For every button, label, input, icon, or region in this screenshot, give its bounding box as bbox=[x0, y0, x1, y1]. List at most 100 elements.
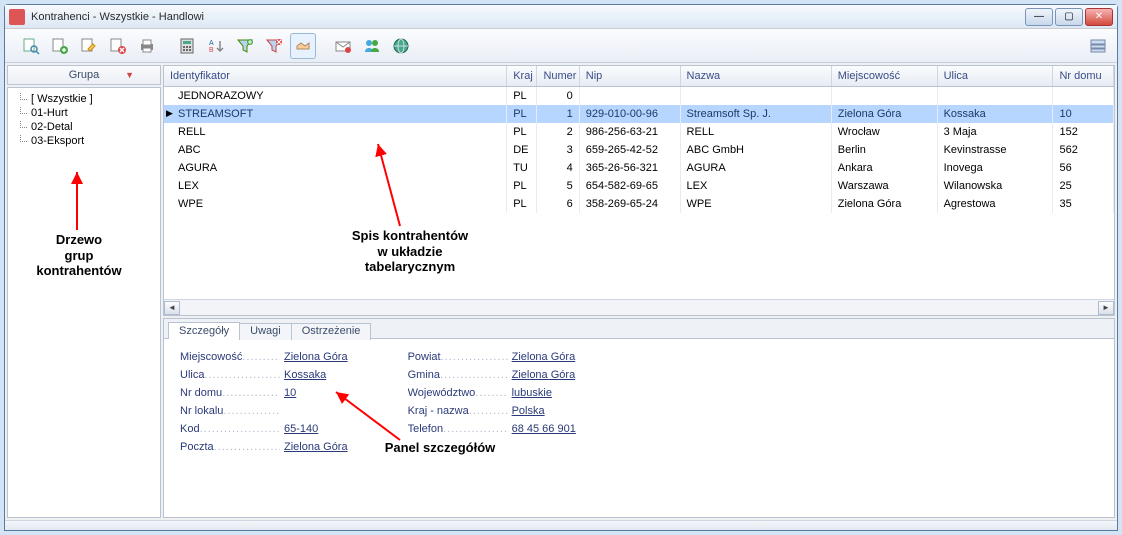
mail-button[interactable] bbox=[330, 33, 356, 59]
minimize-button[interactable]: — bbox=[1025, 8, 1053, 26]
cell: Zielona Góra bbox=[831, 105, 937, 123]
sidebar: Grupa ▼ [ Wszystkie ] 01-Hurt 02-Detal 0… bbox=[7, 65, 161, 518]
detail-tabs: Szczegóły Uwagi Ostrzeżenie bbox=[164, 319, 1114, 339]
search-button[interactable] bbox=[18, 33, 44, 59]
scroll-left-button[interactable]: ◄ bbox=[164, 301, 180, 315]
col-ulica[interactable]: Ulica bbox=[937, 66, 1053, 87]
layout-button[interactable] bbox=[1085, 33, 1111, 59]
cell: 6 bbox=[537, 195, 579, 213]
detail-value[interactable]: 68 45 66 901 bbox=[512, 423, 576, 435]
filter-add-button[interactable] bbox=[232, 33, 258, 59]
tab-uwagi[interactable]: Uwagi bbox=[239, 323, 292, 340]
cell: ABC bbox=[164, 141, 507, 159]
users-button[interactable] bbox=[359, 33, 385, 59]
tree-item-detal[interactable]: 02-Detal bbox=[12, 120, 156, 134]
detail-col-right: PowiatZielona GóraGminaZielona GóraWojew… bbox=[408, 351, 576, 505]
sort-indicator-icon: ▼ bbox=[125, 70, 134, 80]
table-row[interactable]: JEDNORAZOWYPL0 bbox=[164, 87, 1114, 105]
table-row[interactable]: LEXPL5654-582-69-65LEXWarszawaWilanowska… bbox=[164, 177, 1114, 195]
cell bbox=[1053, 87, 1114, 105]
cell: Ankara bbox=[831, 159, 937, 177]
col-nrdomu[interactable]: Nr domu bbox=[1053, 66, 1114, 87]
main: Identyfikator Kraj Numer Nip Nazwa Miejs… bbox=[163, 65, 1115, 518]
col-nip[interactable]: Nip bbox=[579, 66, 680, 87]
detail-value[interactable]: Zielona Góra bbox=[284, 441, 348, 453]
detail-value[interactable]: Polska bbox=[512, 405, 545, 417]
maximize-button[interactable]: ▢ bbox=[1055, 8, 1083, 26]
detail-value[interactable]: Kossaka bbox=[284, 369, 326, 381]
tree-item-eksport[interactable]: 03-Eksport bbox=[12, 134, 156, 148]
tree-item-hurt[interactable]: 01-Hurt bbox=[12, 106, 156, 120]
toolbar: AB bbox=[5, 29, 1117, 63]
tree-item-all[interactable]: [ Wszystkie ] bbox=[12, 92, 156, 106]
cell: Wilanowska bbox=[937, 177, 1053, 195]
close-button[interactable]: ✕ bbox=[1085, 8, 1113, 26]
body: Grupa ▼ [ Wszystkie ] 01-Hurt 02-Detal 0… bbox=[5, 63, 1117, 520]
horizontal-scrollbar[interactable]: ◄ ► bbox=[164, 299, 1114, 315]
detail-label: Województwo bbox=[408, 387, 508, 399]
cell: 986-256-63-21 bbox=[579, 123, 680, 141]
detail-row: Kraj - nazwaPolska bbox=[408, 405, 576, 417]
data-table[interactable]: Identyfikator Kraj Numer Nip Nazwa Miejs… bbox=[164, 66, 1114, 213]
cell: LEX bbox=[164, 177, 507, 195]
detail-value[interactable]: lubuskie bbox=[512, 387, 552, 399]
handshake-button[interactable] bbox=[290, 33, 316, 59]
filter-remove-button[interactable] bbox=[261, 33, 287, 59]
detail-value[interactable]: Zielona Góra bbox=[512, 369, 576, 381]
detail-row: GminaZielona Góra bbox=[408, 369, 576, 381]
cell: Wrocław bbox=[831, 123, 937, 141]
col-identyfikator[interactable]: Identyfikator bbox=[164, 66, 507, 87]
add-button[interactable] bbox=[47, 33, 73, 59]
detail-row: Województwo lubuskie bbox=[408, 387, 576, 399]
scroll-right-button[interactable]: ► bbox=[1098, 301, 1114, 315]
detail-row: Kod65-140 bbox=[180, 423, 348, 435]
table-row[interactable]: STREAMSOFTPL1929-010-00-96Streamsoft Sp.… bbox=[164, 105, 1114, 123]
delete-button[interactable] bbox=[105, 33, 131, 59]
col-nazwa[interactable]: Nazwa bbox=[680, 66, 831, 87]
cell bbox=[680, 87, 831, 105]
col-miejscowosc[interactable]: Miejscowość bbox=[831, 66, 937, 87]
detail-value[interactable]: Zielona Góra bbox=[284, 351, 348, 363]
cell: 35 bbox=[1053, 195, 1114, 213]
globe-button[interactable] bbox=[388, 33, 414, 59]
detail-row: Nr lokalu bbox=[180, 405, 348, 417]
table-row[interactable]: WPEPL6358-269-65-24WPEZielona GóraAgrest… bbox=[164, 195, 1114, 213]
svg-text:B: B bbox=[209, 47, 214, 54]
tab-ostrzezenie[interactable]: Ostrzeżenie bbox=[291, 323, 372, 340]
app-window: Kontrahenci - Wszystkie - Handlowi — ▢ ✕… bbox=[4, 4, 1118, 531]
detail-value[interactable]: 10 bbox=[284, 387, 296, 399]
group-header[interactable]: Grupa ▼ bbox=[7, 65, 161, 85]
cell: 4 bbox=[537, 159, 579, 177]
detail-panel: Szczegóły Uwagi Ostrzeżenie MiejscowośćZ… bbox=[163, 318, 1115, 518]
detail-row: UlicaKossaka bbox=[180, 369, 348, 381]
cell: 358-269-65-24 bbox=[579, 195, 680, 213]
cell: 659-265-42-52 bbox=[579, 141, 680, 159]
detail-value[interactable]: 65-140 bbox=[284, 423, 318, 435]
window-controls: — ▢ ✕ bbox=[1025, 8, 1113, 26]
grid: Identyfikator Kraj Numer Nip Nazwa Miejs… bbox=[163, 65, 1115, 316]
app-icon bbox=[9, 9, 25, 25]
cell: 562 bbox=[1053, 141, 1114, 159]
cell: LEX bbox=[680, 177, 831, 195]
detail-value[interactable]: Zielona Góra bbox=[512, 351, 576, 363]
detail-label: Telefon bbox=[408, 423, 508, 435]
cell: 10 bbox=[1053, 105, 1114, 123]
cell: 152 bbox=[1053, 123, 1114, 141]
table-row[interactable]: ABCDE3659-265-42-52ABC GmbHBerlinKevinst… bbox=[164, 141, 1114, 159]
calculator-button[interactable] bbox=[174, 33, 200, 59]
table-row[interactable]: AGURATU4365-26-56-321AGURAAnkaraInovega5… bbox=[164, 159, 1114, 177]
cell: AGURA bbox=[164, 159, 507, 177]
col-kraj[interactable]: Kraj bbox=[507, 66, 537, 87]
tab-szczegoly[interactable]: Szczegóły bbox=[168, 322, 240, 339]
sort-button[interactable]: AB bbox=[203, 33, 229, 59]
cell: TU bbox=[507, 159, 537, 177]
detail-label: Nr domu bbox=[180, 387, 280, 399]
edit-button[interactable] bbox=[76, 33, 102, 59]
table-row[interactable]: RELLPL2986-256-63-21RELLWrocław3 Maja152 bbox=[164, 123, 1114, 141]
detail-row: Nr domu 10 bbox=[180, 387, 348, 399]
col-numer[interactable]: Numer bbox=[537, 66, 579, 87]
cell: Streamsoft Sp. J. bbox=[680, 105, 831, 123]
cell: DE bbox=[507, 141, 537, 159]
print-button[interactable] bbox=[134, 33, 160, 59]
cell: 3 bbox=[537, 141, 579, 159]
